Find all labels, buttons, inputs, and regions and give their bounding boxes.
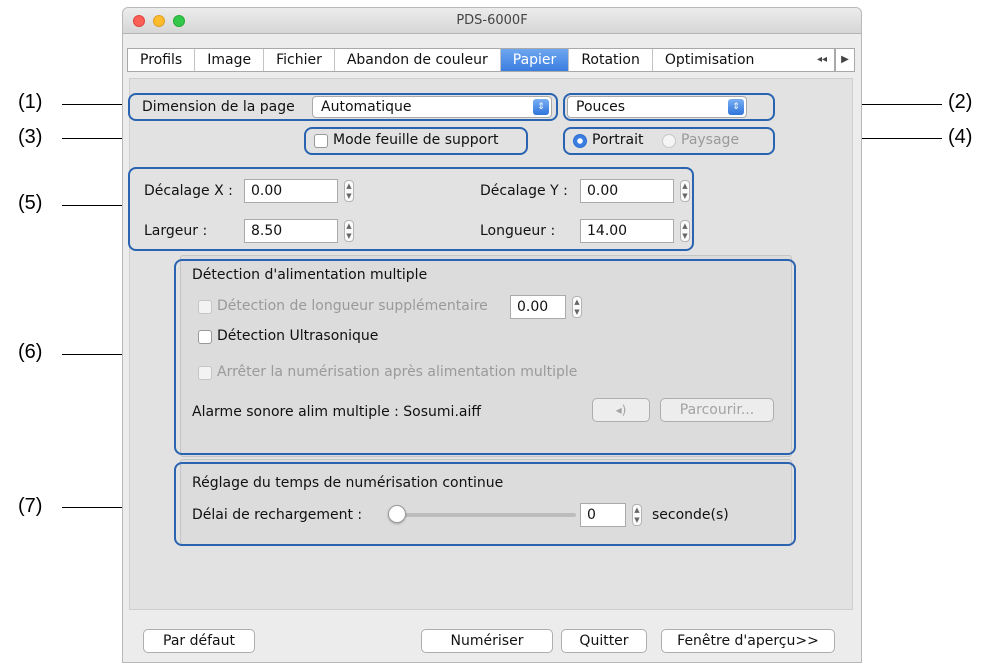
offset-y-field[interactable]: 0.00 [580, 179, 674, 203]
window-title: PDS-6000F [456, 13, 528, 28]
page-size-label: Dimension de la page [142, 99, 295, 115]
tab-scroll-left-icon[interactable]: ◂◂ [813, 51, 831, 69]
extra-length-label: Détection de longueur supplémentaire [217, 298, 488, 314]
width-stepper[interactable]: ▲ ▼ [344, 220, 354, 242]
tab-bar: Profils Image Fichier Abandon de couleur… [127, 48, 835, 72]
offset-x-stepper[interactable]: ▲ ▼ [344, 180, 354, 202]
reload-delay-slider[interactable] [388, 505, 406, 523]
extra-length-field[interactable]: 0.00 [510, 295, 566, 319]
width-label: Largeur : [144, 223, 208, 239]
reload-delay-stepper[interactable]: ▲ ▼ [632, 504, 642, 526]
callout-number-3: (3) [18, 126, 43, 148]
stop-after-multifeed-checkbox[interactable] [198, 366, 212, 380]
portrait-label: Portrait [592, 132, 644, 148]
extra-length-checkbox[interactable] [198, 300, 212, 314]
speaker-icon: ◂) [615, 403, 627, 417]
reload-delay-track [392, 513, 576, 517]
length-stepper[interactable]: ▲ ▼ [680, 220, 690, 242]
callout-box-6 [174, 259, 796, 455]
tab-profils[interactable]: Profils [128, 49, 196, 71]
offset-y-label: Décalage Y : [480, 183, 568, 199]
length-field[interactable]: 14.00 [580, 219, 674, 243]
default-button[interactable]: Par défaut [143, 629, 255, 653]
scanner-window: PDS-6000F Profils Image Fichier Abandon … [122, 7, 862, 663]
alarm-label: Alarme sonore alim multiple : Sosumi.aif… [192, 404, 482, 420]
width-field[interactable]: 8.50 [244, 219, 338, 243]
preview-window-button[interactable]: Fenêtre d'aperçu>> [661, 629, 835, 653]
tab-image[interactable]: Image [195, 49, 265, 71]
ultrasonic-label: Détection Ultrasonique [217, 328, 379, 344]
tab-papier[interactable]: Papier [500, 49, 570, 71]
callout-leader-5 [62, 205, 128, 206]
reload-delay-label: Délai de rechargement : [192, 507, 363, 523]
page-size-value: Automatique [321, 99, 412, 115]
tab-optimisation[interactable]: Optimisation [653, 49, 767, 71]
length-label: Longueur : [480, 223, 556, 239]
offset-y-stepper[interactable]: ▲ ▼ [680, 180, 690, 202]
carrier-mode-label: Mode feuille de support [333, 132, 499, 148]
callout-number-5: (5) [18, 192, 43, 214]
continuous-scan-title: Réglage du temps de numérisation continu… [192, 475, 504, 491]
extra-length-stepper[interactable]: ▲ ▼ [572, 296, 582, 318]
callout-number-4: (4) [948, 126, 973, 148]
units-select[interactable]: Pouces ⇕ [567, 96, 747, 118]
carrier-mode-checkbox[interactable] [314, 134, 328, 148]
offset-x-label: Décalage X : [144, 183, 233, 199]
callout-number-2: (2) [948, 91, 973, 113]
browse-button[interactable]: Parcourir... [660, 398, 774, 422]
units-value: Pouces [576, 99, 625, 115]
play-sound-button[interactable]: ◂) [592, 398, 650, 422]
page-size-select[interactable]: Automatique ⇕ [312, 96, 552, 118]
quit-button[interactable]: Quitter [561, 629, 647, 653]
callout-number-1: (1) [18, 91, 43, 113]
tab-fichier[interactable]: Fichier [264, 49, 335, 71]
ultrasonic-checkbox[interactable] [198, 330, 212, 344]
tab-scroll-right-icon[interactable]: ▶ [835, 48, 855, 72]
scan-button[interactable]: Numériser [421, 629, 553, 653]
landscape-label: Paysage [681, 132, 740, 148]
stop-after-multifeed-label: Arrêter la numérisation après alimentati… [217, 364, 578, 380]
callout-leader-1 [62, 104, 128, 105]
offset-x-field[interactable]: 0.00 [244, 179, 338, 203]
title-bar: PDS-6000F [123, 8, 861, 34]
reload-delay-unit: seconde(s) [652, 507, 729, 523]
callout-number-7: (7) [18, 495, 43, 517]
paper-tab-content: Dimension de la page Automatique ⇕ Pouce… [128, 78, 853, 610]
multifeed-title: Détection d'alimentation multiple [192, 267, 428, 283]
tab-rotation[interactable]: Rotation [569, 49, 653, 71]
chevron-up-down-icon: ⇕ [533, 99, 549, 115]
landscape-radio[interactable] [662, 134, 676, 148]
portrait-radio[interactable] [573, 134, 587, 148]
chevron-up-down-icon: ⇕ [728, 99, 744, 115]
reload-delay-field[interactable]: 0 [580, 503, 626, 527]
callout-number-6: (6) [18, 341, 43, 363]
tab-abandon-de-couleur[interactable]: Abandon de couleur [335, 49, 501, 71]
